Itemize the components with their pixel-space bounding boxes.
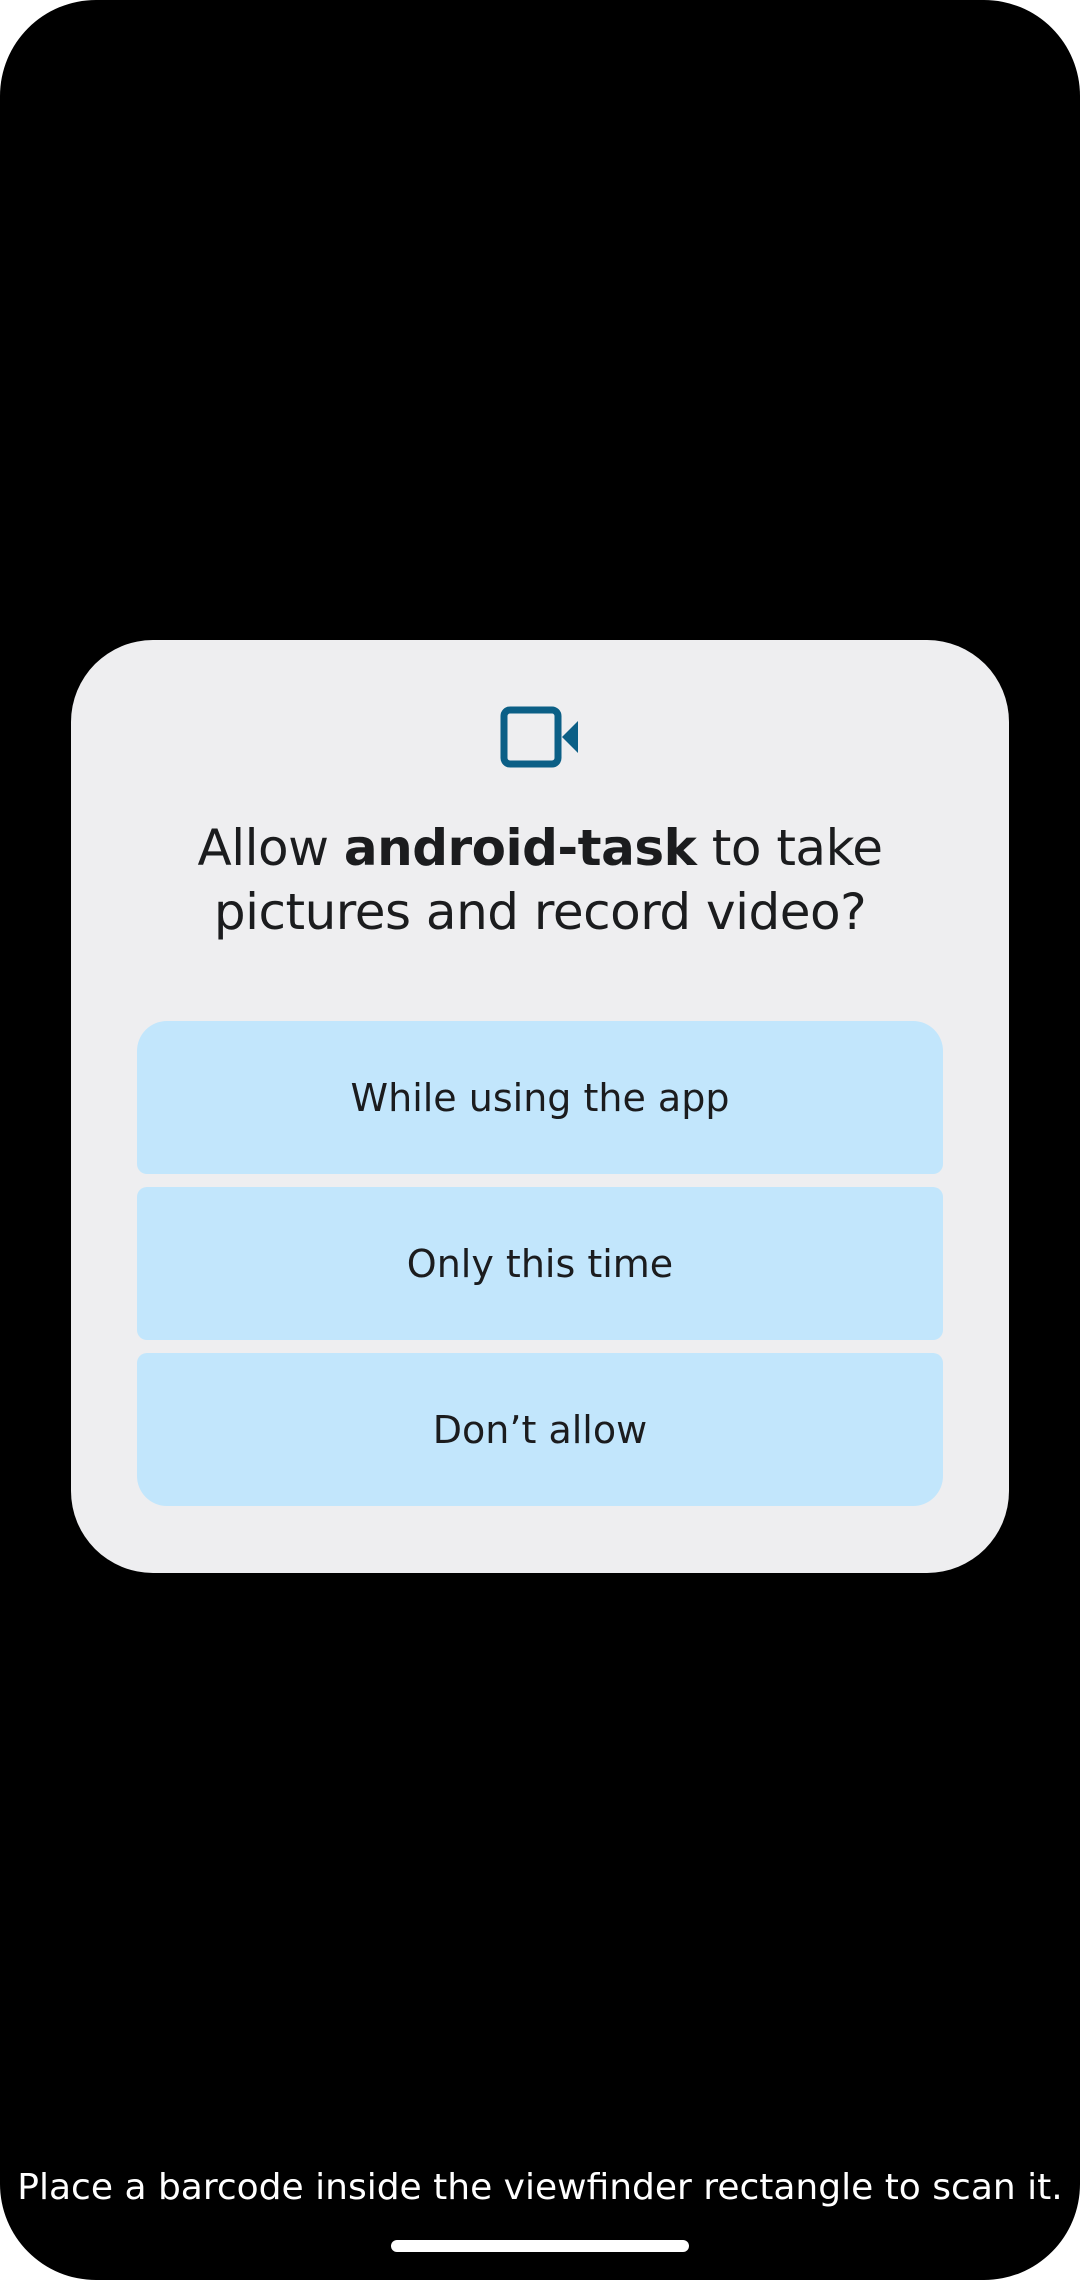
app-name: android-task	[343, 819, 697, 877]
dont-allow-button[interactable]: Don’t allow	[137, 1353, 943, 1506]
camera-screen: Allow android-task to take pictures and …	[0, 0, 1080, 2280]
gesture-navigation-handle[interactable]	[391, 2240, 689, 2252]
while-using-app-button[interactable]: While using the app	[137, 1021, 943, 1174]
scanner-hint-text: Place a barcode inside the viewfinder re…	[17, 2167, 1063, 2208]
permission-dialog: Allow android-task to take pictures and …	[71, 640, 1009, 1573]
title-prefix: Allow	[197, 819, 344, 877]
permission-title: Allow android-task to take pictures and …	[131, 816, 949, 944]
video-camera-icon	[500, 706, 578, 768]
only-this-time-button[interactable]: Only this time	[137, 1187, 943, 1340]
